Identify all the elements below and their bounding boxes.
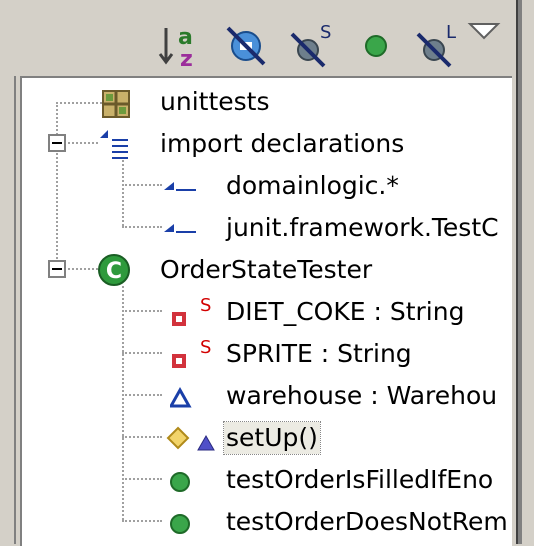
tree-item-method[interactable]: testOrderIsFilledIfEno xyxy=(22,460,512,502)
svg-text:C: C xyxy=(106,259,122,284)
hide-fields-button[interactable] xyxy=(218,18,274,74)
tree-item-label: setUp() xyxy=(223,421,321,455)
triangle-down-icon xyxy=(464,18,504,48)
tree-item-label: import declarations xyxy=(160,129,405,158)
svg-text:L: L xyxy=(446,22,456,43)
hide-static-button[interactable]: S xyxy=(284,18,340,74)
tree-item-label: DIET_COKE : String xyxy=(226,297,465,326)
public-method-icon xyxy=(168,510,196,542)
panel-outer-right xyxy=(522,0,534,544)
outline-tree: unittests import declarations domainlogi… xyxy=(20,76,512,546)
tree-item-method-selected[interactable]: setUp() xyxy=(22,418,512,460)
static-badge: S xyxy=(200,337,212,358)
view-menu-button[interactable] xyxy=(464,18,504,74)
static-badge: S xyxy=(200,295,212,316)
tree-item-label: unittests xyxy=(160,87,270,116)
import-icon xyxy=(162,172,198,206)
hide-local-types-icon: L xyxy=(410,18,466,74)
tree-item-method[interactable]: testOrderDoesNotRem xyxy=(22,502,512,544)
tree-item-label: testOrderIsFilledIfEno xyxy=(226,465,494,494)
tree-item-label: junit.framework.TestC xyxy=(226,213,499,242)
protected-method-icon xyxy=(166,426,222,458)
tree-item-imports[interactable]: import declarations xyxy=(22,124,512,166)
left-panel-edge xyxy=(0,0,16,544)
class-icon: C xyxy=(96,252,132,292)
sort-button[interactable]: a z xyxy=(156,18,212,74)
default-field-icon xyxy=(168,386,196,414)
tree-item-label: SPRITE : String xyxy=(226,339,412,368)
public-method-icon xyxy=(168,468,196,500)
tree-item-import[interactable]: junit.framework.TestC xyxy=(22,208,512,250)
hide-static-icon: S xyxy=(284,18,340,74)
import-icon xyxy=(162,214,198,248)
tree-item-label: OrderStateTester xyxy=(160,255,373,284)
package-icon xyxy=(100,88,132,124)
tree-item-package[interactable]: unittests xyxy=(22,82,512,124)
svg-text:S: S xyxy=(320,22,331,43)
outline-toolbar: a z S L xyxy=(14,0,520,76)
sort-alpha-icon: a z xyxy=(156,18,212,74)
imports-icon xyxy=(98,126,134,166)
svg-text:z: z xyxy=(180,47,193,72)
tree-item-label: warehouse : Warehou xyxy=(226,381,498,410)
tree-item-import[interactable]: domainlogic.* xyxy=(22,166,512,208)
tree-item-field[interactable]: S SPRITE : String xyxy=(22,334,512,376)
tree-item-field[interactable]: warehouse : Warehou xyxy=(22,376,512,418)
hide-fields-icon xyxy=(218,18,274,74)
hide-nonpublic-button[interactable] xyxy=(348,18,404,74)
tree-item-field[interactable]: S DIET_COKE : String xyxy=(22,292,512,334)
tree-item-label: domainlogic.* xyxy=(226,171,399,200)
private-static-field-icon xyxy=(170,302,202,332)
hide-local-types-button[interactable]: L xyxy=(410,18,466,74)
green-dot-icon xyxy=(348,18,404,74)
private-static-field-icon xyxy=(170,344,202,374)
tree-item-label: testOrderDoesNotRem xyxy=(226,507,508,536)
tree-item-class[interactable]: C OrderStateTester xyxy=(22,250,512,292)
